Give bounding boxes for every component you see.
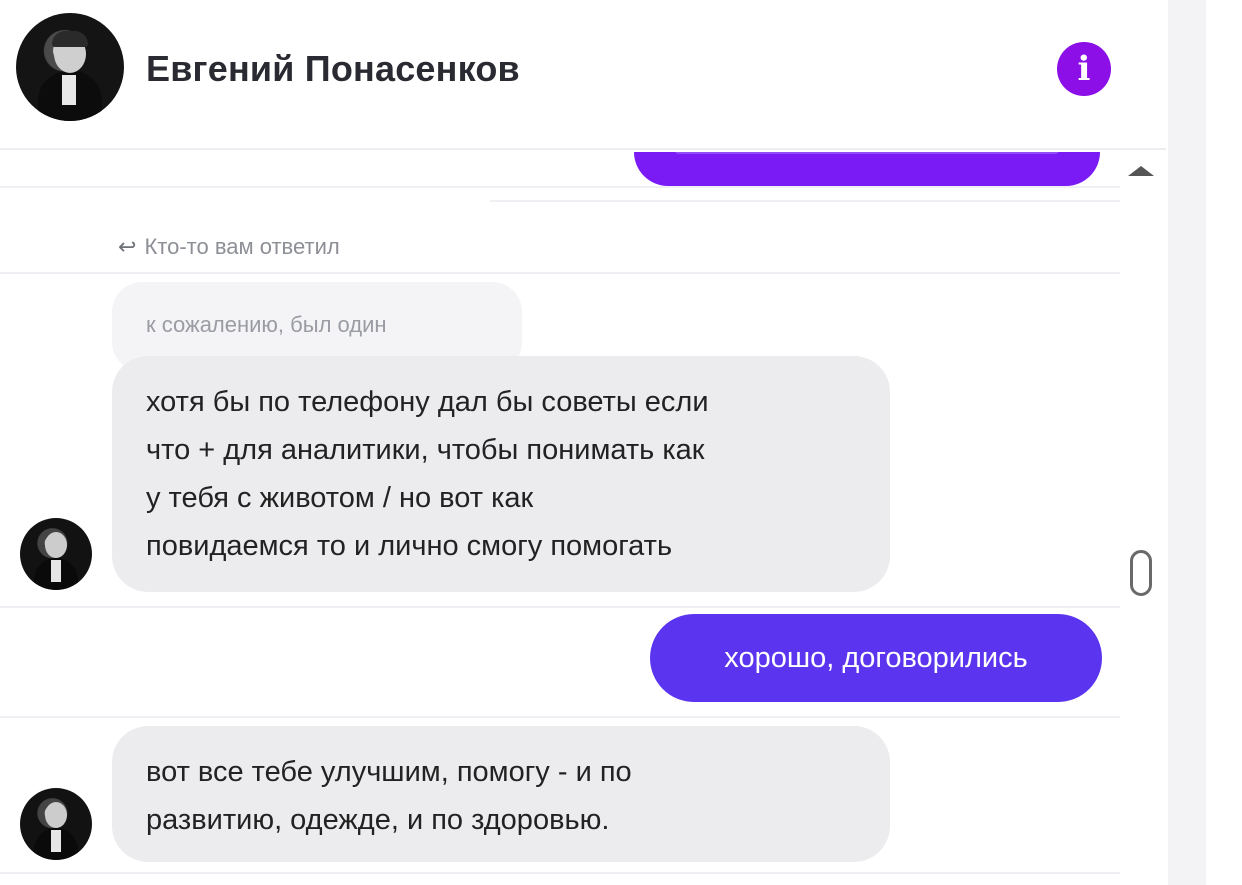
info-icon[interactable]: i <box>1057 42 1111 96</box>
scroll-up-arrow-icon[interactable] <box>1128 166 1154 176</box>
contact-name[interactable]: Евгений Понасенков <box>146 48 520 90</box>
right-edge <box>1206 0 1242 885</box>
message-line: у тебя с животом / но вот как <box>146 482 534 514</box>
outgoing-message-bubble-partial[interactable] <box>634 152 1100 186</box>
reply-note-text: Кто-то вам ответил <box>144 234 340 259</box>
divider <box>0 186 1120 188</box>
chat-header: Евгений Понасенков i <box>0 0 1166 150</box>
divider <box>0 872 1120 874</box>
avatar-shirt <box>62 75 76 105</box>
sender-avatar[interactable] <box>20 788 92 860</box>
message-line: повидаемся то и лично смогу помогать <box>146 530 673 562</box>
message-line: вот все тебе улучшим, помогу - и по <box>146 756 632 788</box>
quoted-message-text: к сожалению, был один <box>146 312 387 337</box>
message-line: развитию, одежде, и по здоровью. <box>146 804 610 836</box>
message-list: ↩ Кто-то вам ответил к сожалению, был од… <box>0 152 1130 885</box>
incoming-message-bubble[interactable]: вот все тебе улучшим, помогу - и по разв… <box>112 726 890 862</box>
divider <box>490 200 1120 202</box>
cropped-message-text <box>674 152 1060 154</box>
scrollbar-thumb[interactable] <box>1130 550 1152 596</box>
message-line: хотя бы по телефону дал бы советы если <box>146 386 709 418</box>
divider <box>0 716 1120 718</box>
divider <box>0 272 1120 274</box>
avatar-face <box>45 802 67 828</box>
message-text: хорошо, договорились <box>724 641 1028 674</box>
divider <box>0 606 1120 608</box>
sender-avatar[interactable] <box>20 518 92 590</box>
avatar-shirt <box>51 830 61 852</box>
right-panel-gutter <box>1168 0 1206 885</box>
contact-avatar[interactable] <box>16 13 124 121</box>
avatar-face <box>45 532 67 558</box>
avatar-hair <box>52 31 88 47</box>
outgoing-message-bubble[interactable]: хорошо, договорились <box>650 614 1102 702</box>
incoming-message-bubble[interactable]: хотя бы по телефону дал бы советы если ч… <box>112 356 890 592</box>
reply-note: ↩ Кто-то вам ответил <box>118 234 340 260</box>
avatar-shirt <box>51 560 61 582</box>
message-line: что + для аналитики, чтобы понимать как <box>146 434 705 466</box>
reply-arrow-icon: ↩ <box>118 234 137 259</box>
